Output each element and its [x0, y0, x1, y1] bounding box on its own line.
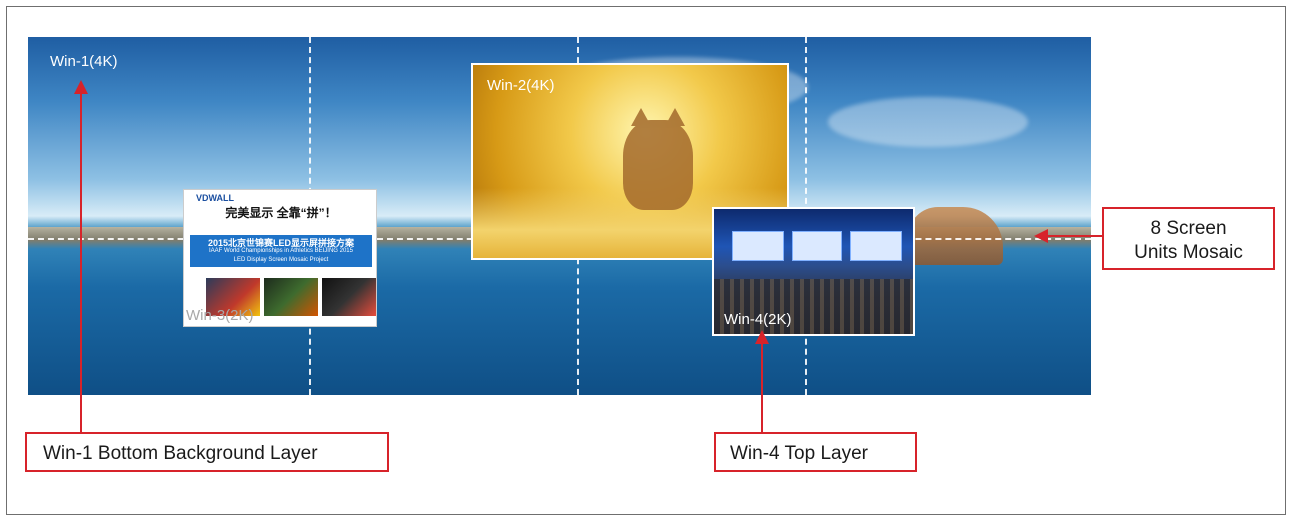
stage-screen: [792, 231, 842, 261]
island: [908, 207, 1003, 265]
photo-thumbnail: [264, 278, 318, 316]
arrow-win1-line: [80, 92, 82, 432]
arrow-win1-head: [74, 80, 88, 94]
win4-window: Win-4(2K): [712, 207, 915, 336]
win3-label: Win-3(2K): [186, 307, 254, 324]
vdwall-logo: VDWALL: [196, 193, 234, 203]
arrow-win4-head: [755, 330, 769, 344]
stage-screen: [732, 231, 784, 261]
arrow-mosaic-line: [1046, 235, 1102, 237]
annotation-mosaic-line2: Units Mosaic: [1134, 242, 1243, 263]
win3-window: VDWALL 完美显示 全靠“拼”！ 2015北京世锦赛LED显示屏拼接方案 I…: [183, 189, 377, 327]
annotation-top-layer: Win-4 Top Layer: [714, 432, 917, 472]
arrow-mosaic-head: [1034, 229, 1048, 243]
win3-title-en-1: IAAF World Championships in Athletics BE…: [209, 248, 353, 254]
cat-image: [623, 108, 693, 210]
win1-label: Win-1(4K): [50, 53, 118, 70]
win4-label: Win-4(2K): [724, 311, 792, 328]
photo-thumbnail: [322, 278, 376, 316]
annotation-mosaic: 8 Screen Units Mosaic: [1102, 207, 1275, 270]
arrow-win4-line: [761, 342, 763, 432]
cat-ear: [631, 108, 651, 126]
cloud: [828, 97, 1028, 147]
win3-title-band: 2015北京世锦赛LED显示屏拼接方案 IAAF World Champions…: [190, 235, 372, 267]
annotation-top-layer-text: Win-4 Top Layer: [730, 443, 868, 464]
win2-label: Win-2(4K): [487, 77, 555, 94]
annotation-bottom-layer: Win-1 Bottom Background Layer: [25, 432, 389, 472]
stage-screen: [850, 231, 902, 261]
annotation-mosaic-line1: 8 Screen: [1150, 218, 1227, 239]
annotation-bottom-layer-text: Win-1 Bottom Background Layer: [43, 443, 318, 464]
cat-ear: [665, 108, 685, 126]
win3-title-en-2: LED Display Screen Mosaic Project: [233, 257, 329, 263]
win3-slogan: 完美显示 全靠“拼”！: [225, 206, 337, 220]
